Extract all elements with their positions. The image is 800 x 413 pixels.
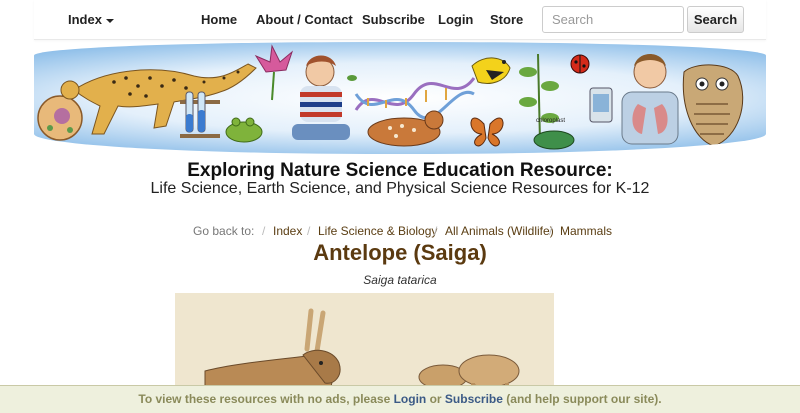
plant-icon: chloroplast (519, 53, 575, 150)
owl-icon (682, 64, 744, 147)
breadcrumb-separator: / (434, 224, 438, 238)
flower-icon (254, 44, 294, 101)
ladybug-icon (570, 54, 590, 74)
anatomy-boy-icon (621, 54, 679, 145)
breadcrumb-mammals-link[interactable]: Mammals (560, 224, 612, 238)
notice-text-post: (and help support our site). (502, 392, 662, 406)
nav-store-link[interactable]: Store (490, 12, 523, 27)
cell-icon (37, 95, 83, 141)
butterfly-icon (470, 117, 504, 147)
search-input[interactable] (542, 6, 684, 33)
notice-text-pre: To view these resources with no ads, ple… (138, 392, 394, 406)
boy-reading-icon (292, 55, 357, 140)
breadcrumb-all-animals-link[interactable]: All Animals (Wildlife) (445, 224, 554, 238)
notice-text-or: or (426, 392, 445, 406)
banner-illustration: chloroplast (37, 44, 744, 150)
nav-subscribe-link[interactable]: Subscribe (362, 12, 425, 27)
nav-home-link[interactable]: Home (201, 12, 237, 27)
chloroplast-label: chloroplast (536, 118, 565, 124)
frog-icon (225, 117, 263, 143)
notice-subscribe-link[interactable]: Subscribe (445, 392, 503, 406)
scientific-name: Saiga tatarica (363, 273, 437, 287)
search-button[interactable]: Search (687, 6, 744, 33)
breadcrumb-separator: / (262, 224, 266, 238)
subscription-notice-bar: To view these resources with no ads, ple… (0, 385, 800, 413)
fawn-icon (367, 110, 444, 147)
site-title: Exploring Nature Science Education Resou… (187, 160, 613, 181)
test-tubes-icon (180, 91, 220, 138)
index-label: Index (68, 12, 102, 27)
breadcrumb-separator: / (549, 224, 553, 238)
site-banner[interactable]: chloroplast (34, 42, 766, 154)
cheetah-icon (60, 63, 257, 135)
page-title: Antelope (Saiga) (313, 240, 487, 265)
breadcrumb-index-link[interactable]: Index (273, 224, 302, 238)
nav-about-link[interactable]: About / Contact (256, 12, 353, 27)
goldfinch-icon (471, 57, 511, 84)
chevron-down-icon (105, 18, 114, 23)
breadcrumb-prefix: Go back to: (193, 224, 255, 238)
breadcrumb-separator: / (307, 224, 311, 238)
dna-helix-icon (354, 77, 476, 120)
breadcrumb-life-science-link[interactable]: Life Science & Biology (318, 224, 437, 238)
index-dropdown[interactable]: Index (68, 12, 114, 27)
notice-login-link[interactable]: Login (394, 392, 427, 406)
cell-phone-icon (589, 87, 613, 123)
top-navbar: Index Home About / Contact Subscribe Log… (34, 0, 766, 40)
nav-login-link[interactable]: Login (438, 12, 473, 27)
site-subtitle: Life Science, Earth Science, and Physica… (150, 180, 650, 197)
